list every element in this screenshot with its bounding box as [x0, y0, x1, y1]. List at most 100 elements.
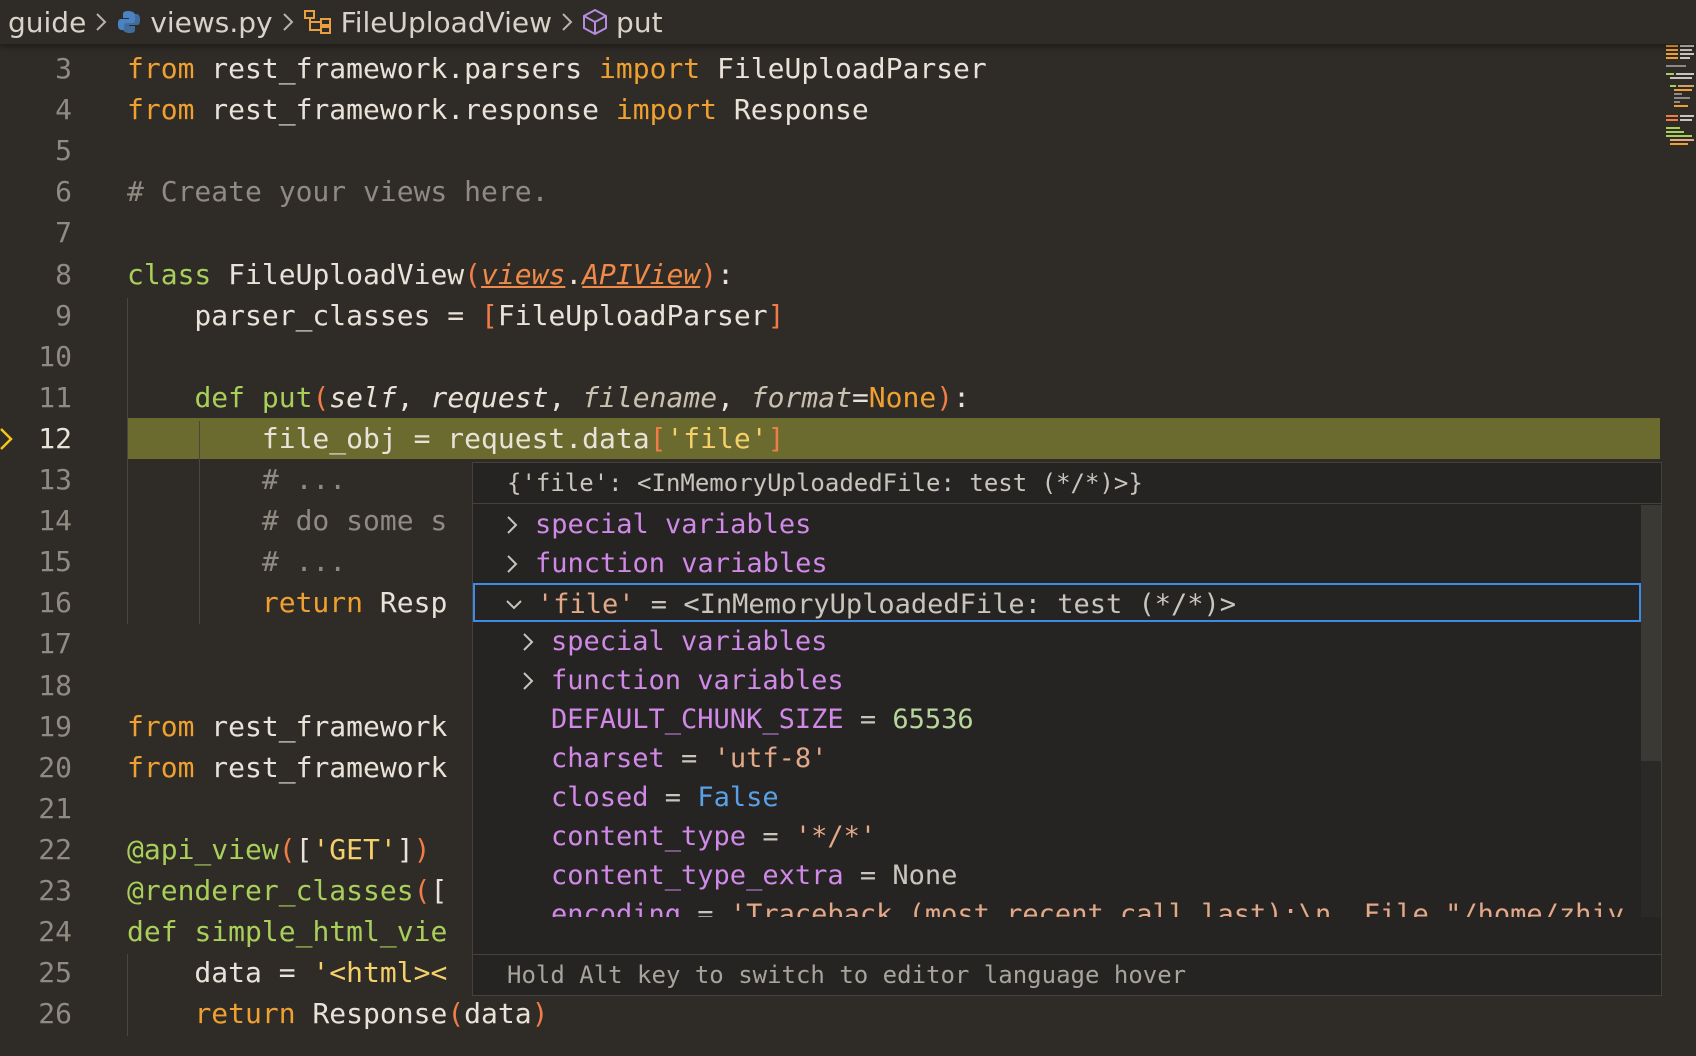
code-token: data =: [127, 956, 313, 990]
breadcrumb-label: FileUploadView: [340, 5, 553, 39]
variable-text: content_type = '*/*': [551, 817, 876, 856]
breadcrumb-item-class[interactable]: FileUploadView: [303, 6, 552, 39]
code-token: Response: [717, 93, 869, 127]
code-token: views: [481, 257, 566, 291]
variable-text: special variables: [551, 622, 827, 661]
code-line[interactable]: 4 from rest_framework.response import Res…: [0, 89, 1660, 130]
variable-row[interactable]: encoding = 'Traceback (most recent call …: [473, 895, 1641, 917]
code-token: file_obj = request.data: [127, 421, 650, 455]
code-line[interactable]: 9 parser_classes = [FileUploadParser]: [0, 295, 1660, 336]
code-token: Resp: [363, 586, 448, 620]
code-text: parser_classes = [FileUploadParser]: [127, 295, 784, 336]
line-number[interactable]: 12: [0, 418, 72, 459]
line-number[interactable]: 11: [0, 377, 72, 418]
variable-group-row[interactable]: function variables: [473, 544, 1641, 583]
code-line[interactable]: 26 return Response(data): [0, 993, 1660, 1034]
breadcrumb-item-file[interactable]: views.py: [116, 5, 273, 39]
chevron-right-icon[interactable]: [503, 554, 521, 574]
line-number[interactable]: 6: [0, 171, 72, 212]
equals-sign: =: [664, 743, 714, 774]
line-number[interactable]: 18: [0, 665, 72, 706]
code-token: from: [127, 93, 195, 127]
line-number[interactable]: 7: [0, 212, 72, 253]
code-token: 'GET': [312, 832, 397, 866]
code-line[interactable]: 5: [0, 130, 1660, 171]
code-text: def put(self, request, filename, format=…: [127, 377, 970, 418]
chevron-right-icon: [94, 11, 108, 33]
variable-name: charset: [551, 743, 665, 774]
equals-sign: =: [634, 589, 684, 620]
line-number[interactable]: 26: [0, 993, 72, 1034]
breadcrumb-item-method[interactable]: put: [582, 6, 663, 39]
line-number[interactable]: 5: [0, 130, 72, 171]
code-token: # do some s: [127, 504, 448, 538]
code-line[interactable]: 7: [0, 212, 1660, 253]
code-token: (: [312, 380, 330, 414]
breadcrumb-item-guide[interactable]: guide: [8, 6, 86, 39]
variable-group-row[interactable]: function variables: [473, 661, 1641, 700]
variable-row[interactable]: content_type = '*/*': [473, 817, 1641, 856]
current-line[interactable]: 12 file_obj = request.data['file']: [0, 417, 1660, 459]
variable-name: encoding: [551, 899, 682, 917]
code-text: class FileUploadView(views.APIView):: [127, 254, 734, 295]
variable-text: function variables: [535, 544, 828, 583]
chevron-down-icon[interactable]: [505, 595, 523, 615]
code-line[interactable]: 8 class FileUploadView(views.APIView):: [0, 254, 1660, 295]
line-number[interactable]: 4: [0, 89, 72, 130]
variable-group-row[interactable]: special variables: [473, 622, 1641, 661]
variable-row[interactable]: charset = 'utf-8': [473, 739, 1641, 778]
debug-hover-widget[interactable]: {'file': <InMemoryUploadedFile: test (*/…: [472, 462, 1662, 996]
line-number[interactable]: 16: [0, 582, 72, 623]
code-text: @renderer_classes([: [127, 870, 447, 911]
line-number[interactable]: 9: [0, 295, 72, 336]
code-line[interactable]: 3 from rest_framework.parsers import File…: [0, 48, 1660, 89]
line-number[interactable]: 14: [0, 500, 72, 541]
variable-row[interactable]: closed = False: [473, 778, 1641, 817]
code-token: format: [750, 380, 852, 414]
line-number[interactable]: 10: [0, 336, 72, 377]
variable-name: 'file': [537, 589, 635, 620]
minimap[interactable]: [1664, 44, 1696, 154]
variable-text: closed = False: [551, 778, 779, 817]
chevron-right-icon[interactable]: [519, 632, 537, 652]
line-number[interactable]: 3: [0, 48, 72, 89]
line-number[interactable]: 13: [0, 459, 72, 500]
variable-group-row[interactable]: special variables: [473, 505, 1641, 544]
code-token: # ...: [127, 463, 347, 496]
code-line[interactable]: 6 # Create your views here.: [0, 171, 1660, 212]
line-number[interactable]: 19: [0, 706, 72, 747]
variable-row[interactable]: DEFAULT_CHUNK_SIZE = 65536: [473, 700, 1641, 739]
line-number[interactable]: 20: [0, 747, 72, 788]
variable-group-label: special variables: [551, 626, 828, 657]
variable-tree[interactable]: special variables function variables 'file…: [473, 505, 1641, 917]
line-number[interactable]: 8: [0, 254, 72, 295]
line-number[interactable]: 15: [0, 541, 72, 582]
variable-name: DEFAULT_CHUNK_SIZE: [551, 704, 844, 735]
code-token: @renderer_classes: [127, 874, 414, 907]
breadcrumb-label: views.py: [150, 5, 273, 39]
line-number[interactable]: 23: [0, 870, 72, 911]
variable-row[interactable]: content_type_extra = None: [473, 856, 1641, 895]
code-line[interactable]: 11 def put(self, request, filename, form…: [0, 377, 1660, 418]
scrollbar-thumb[interactable]: [1641, 505, 1661, 761]
line-number[interactable]: 22: [0, 829, 72, 870]
line-number[interactable]: 17: [0, 623, 72, 664]
variable-row[interactable]: 'file' = <InMemoryUploadedFile: test (*/…: [473, 583, 1641, 622]
hover-footer: Hold Alt key to switch to editor languag…: [473, 954, 1661, 995]
variable-text: content_type_extra = None: [551, 856, 957, 895]
code-text: from rest_framework: [127, 747, 447, 788]
code-line[interactable]: 10: [0, 336, 1660, 377]
chevron-right-icon[interactable]: [519, 671, 537, 691]
chevron-right-icon[interactable]: [503, 515, 521, 535]
code-token: '<html><: [312, 956, 448, 990]
indent-guide: [127, 298, 128, 624]
line-number[interactable]: 25: [0, 952, 72, 993]
line-number[interactable]: 21: [0, 788, 72, 829]
variable-group-label: function variables: [551, 665, 844, 696]
code-token: Response: [295, 997, 448, 1031]
line-number[interactable]: 24: [0, 911, 72, 952]
